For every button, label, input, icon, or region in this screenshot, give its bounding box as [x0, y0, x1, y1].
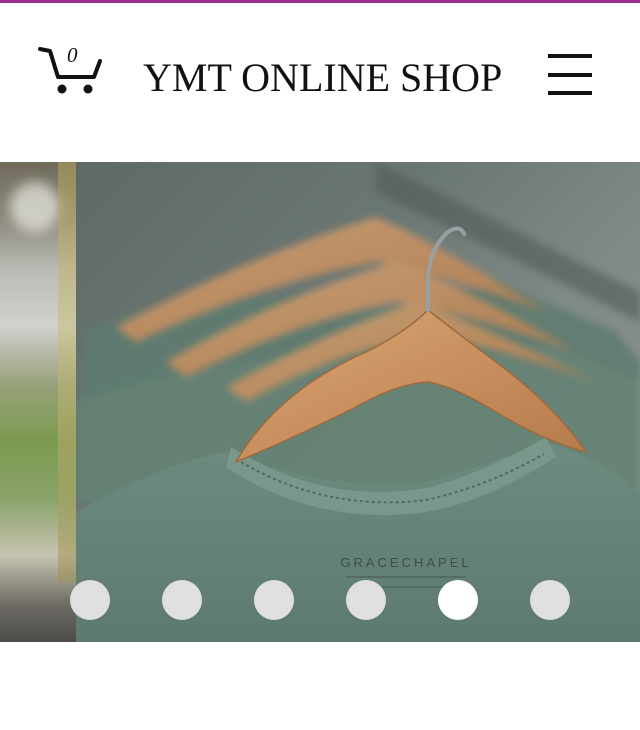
hamburger-menu-icon: [548, 54, 592, 58]
slide-dot-1[interactable]: [70, 580, 110, 620]
slide-dot-5-active[interactable]: [438, 580, 478, 620]
slideshow-pagination: [0, 580, 640, 620]
shirt-label-text: GRACECHAPEL: [340, 555, 471, 570]
hamburger-bar: [548, 73, 592, 77]
cart-count: 0: [67, 43, 78, 67]
menu-button[interactable]: [546, 52, 594, 96]
slide-dot-6[interactable]: [530, 580, 570, 620]
blur-stripe: [58, 162, 76, 582]
hangers-photo: GRACECHAPEL: [76, 162, 640, 642]
hamburger-bar: [548, 91, 592, 95]
current-slide-image: GRACECHAPEL: [76, 162, 640, 642]
slide-dot-2[interactable]: [162, 580, 202, 620]
previous-slide-image: [0, 162, 76, 642]
blur-highlight: [10, 182, 60, 232]
slide-dot-4[interactable]: [346, 580, 386, 620]
site-title[interactable]: YMT ONLINE SHOP: [143, 55, 502, 101]
image-slideshow[interactable]: GRACECHAPEL: [0, 162, 640, 642]
cart-button[interactable]: 0: [38, 43, 104, 99]
site-header: 0 YMT ONLINE SHOP: [0, 3, 640, 162]
slide-dot-3[interactable]: [254, 580, 294, 620]
